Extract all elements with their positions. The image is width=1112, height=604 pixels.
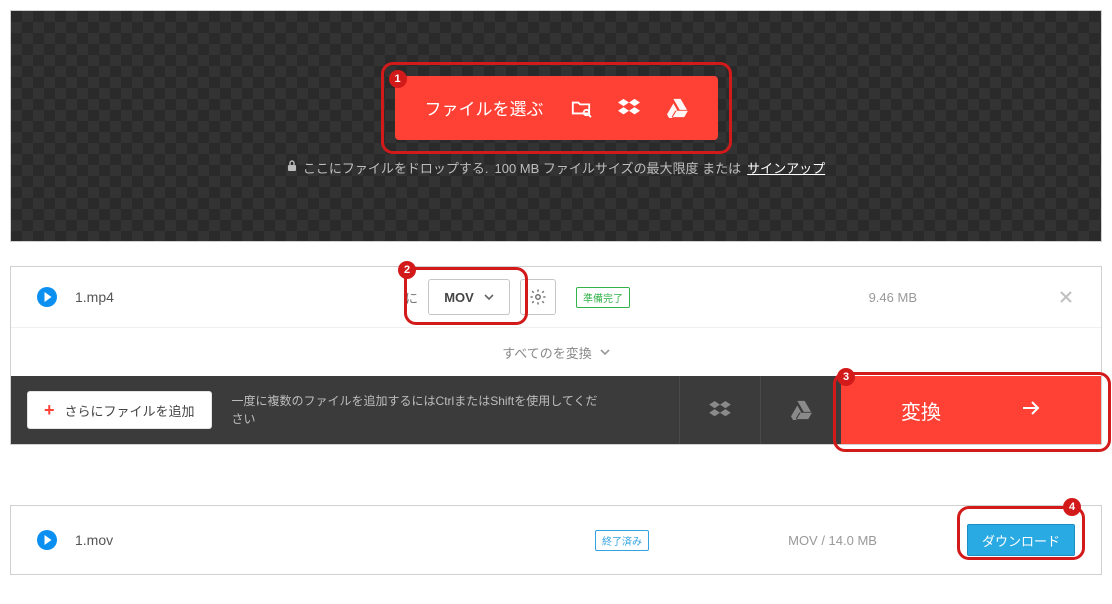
convert-label: 変換 <box>901 396 941 425</box>
choose-file-label: ファイルを選ぶ <box>425 95 544 120</box>
result-row: 1.mov 終了済み MOV / 14.0 MB 4 ダウンロード <box>11 506 1101 574</box>
remove-file-button[interactable] <box>1057 288 1075 306</box>
google-drive-icon <box>790 400 812 420</box>
add-more-label: さらにファイルを追加 <box>65 401 195 420</box>
dropbox-icon[interactable] <box>618 98 640 118</box>
signup-link[interactable]: サインアップ <box>747 158 825 177</box>
add-more-button[interactable]: + さらにファイルを追加 <box>27 391 212 429</box>
convert-all-row[interactable]: すべてのを変換 <box>11 327 1101 376</box>
choose-file-button[interactable]: ファイルを選ぶ <box>395 76 718 140</box>
folder-search-icon[interactable] <box>570 98 592 118</box>
file-name: 1.mp4 <box>75 289 405 305</box>
google-drive-upload-button[interactable] <box>760 376 841 444</box>
plus-icon: + <box>44 400 55 421</box>
play-icon[interactable] <box>37 287 57 307</box>
dropbox-upload-button[interactable] <box>679 376 760 444</box>
dropbox-icon <box>709 401 731 419</box>
settings-button[interactable] <box>520 279 556 315</box>
to-label: に <box>405 288 418 307</box>
result-status-badge: 終了済み <box>595 530 649 551</box>
format-select[interactable]: MOV <box>428 279 510 315</box>
action-bar: + さらにファイルを追加 一度に複数のファイルを追加するにはCtrlまたはShi… <box>11 376 1101 444</box>
convert-button[interactable]: 変換 <box>841 376 1101 444</box>
format-value: MOV <box>444 290 474 305</box>
download-button[interactable]: ダウンロード <box>967 524 1075 556</box>
step-1-badge: 1 <box>389 70 407 88</box>
step-4-badge: 4 <box>1063 498 1081 516</box>
convert-all-label: すべてのを変換 <box>502 343 592 362</box>
file-row: 1.mp4 に 2 MOV 準備完了 9.46 MB <box>11 267 1101 327</box>
lock-icon <box>287 160 297 175</box>
dropzone-hint-prefix: ここにファイルをドロップする. <box>303 158 489 177</box>
google-drive-icon[interactable] <box>666 98 688 118</box>
result-file-name: 1.mov <box>75 532 575 548</box>
file-queue-panel: 1.mp4 に 2 MOV 準備完了 9.46 MB <box>10 266 1102 445</box>
dropzone-hint-size: 100 MB ファイルサイズの最大限度 または <box>494 158 741 177</box>
arrow-right-icon <box>1021 399 1041 422</box>
chevron-down-icon <box>484 294 494 300</box>
result-panel: 1.mov 終了済み MOV / 14.0 MB 4 ダウンロード <box>10 505 1102 575</box>
result-file-info: MOV / 14.0 MB <box>788 533 877 548</box>
close-icon <box>1059 290 1073 304</box>
dropzone[interactable]: 1 ファイルを選ぶ <box>10 10 1102 242</box>
multi-select-hint: 一度に複数のファイルを追加するにはCtrlまたはShiftを使用してください <box>228 376 606 444</box>
gear-icon <box>529 288 547 306</box>
download-label: ダウンロード <box>982 531 1060 550</box>
dropzone-hint: ここにファイルをドロップする. 100 MB ファイルサイズの最大限度 または … <box>287 158 825 177</box>
step-2-badge: 2 <box>398 261 416 279</box>
chevron-down-icon <box>600 349 610 355</box>
play-icon[interactable] <box>37 530 57 550</box>
file-size: 9.46 MB <box>869 290 917 305</box>
status-badge: 準備完了 <box>576 287 630 308</box>
step-3-badge: 3 <box>837 368 855 386</box>
